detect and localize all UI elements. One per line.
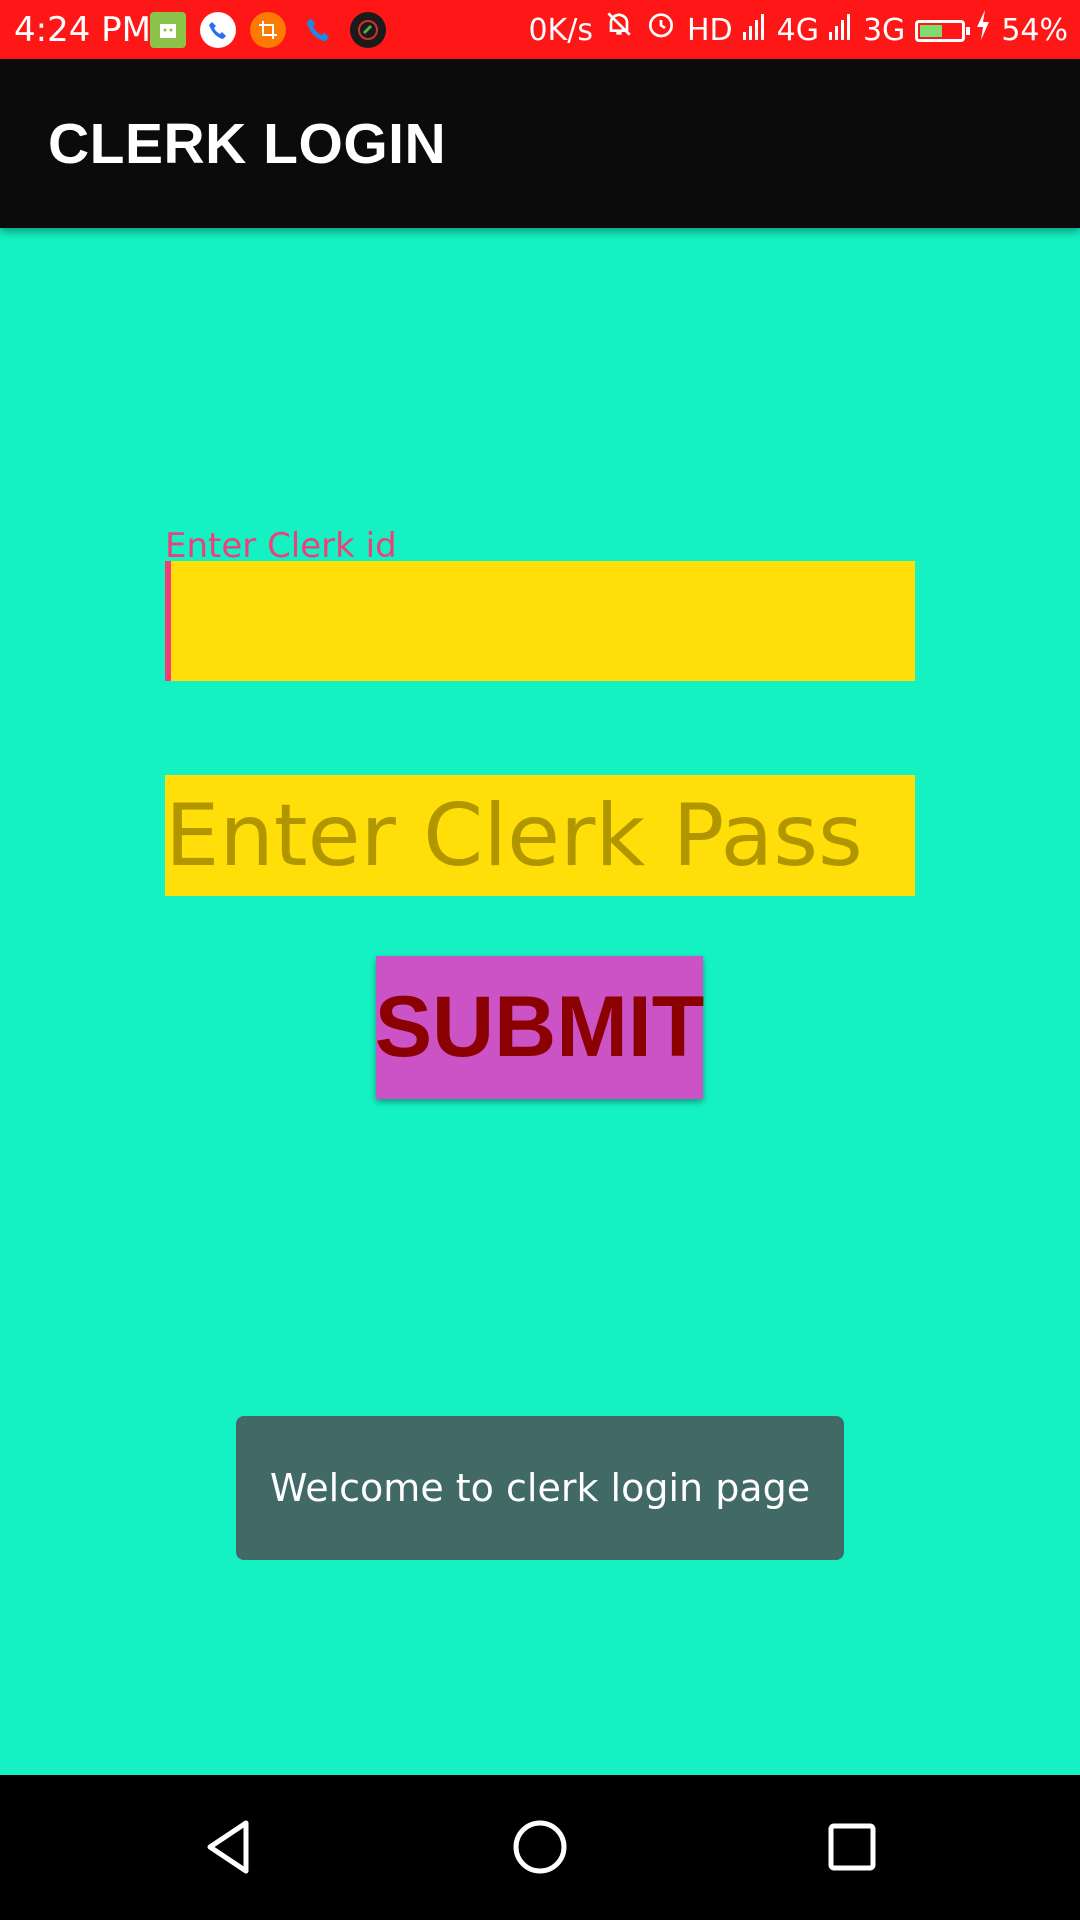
recent-apps-icon [828,1823,876,1871]
mute-bell-icon [603,8,635,53]
back-icon [207,1820,249,1874]
clerk-pass-input[interactable] [165,775,915,896]
battery-fill [920,24,943,37]
home-icon [513,1820,567,1874]
toast-message: Welcome to clerk login page [236,1416,844,1560]
signal-icon [828,9,853,53]
page-title: CLERK LOGIN [48,112,447,176]
alarm-icon [645,8,677,53]
battery-percent: 54% [1001,12,1068,48]
call-recorder-icon [350,12,386,48]
crop-icon [250,12,286,48]
back-button[interactable] [178,1797,278,1897]
app-bar: CLERK LOGIN [0,59,1080,228]
charging-icon [975,9,991,53]
home-button[interactable] [490,1797,590,1897]
network-4g: 4G [776,12,819,48]
focus-indicator [165,561,171,681]
signal-icon [742,9,767,53]
status-bar: 4:24 PM 0K/s HD 4G 3G 54% [0,0,1080,59]
toast-text: Welcome to clerk login page [269,1466,811,1510]
notification-icons [150,10,386,50]
clerk-id-field[interactable] [165,561,915,681]
network-3g: 3G [862,12,906,48]
network-type: HD [686,12,733,48]
news-icon [150,12,186,48]
clerk-id-label: Enter Clerk id [165,526,397,566]
submit-button[interactable]: SUBMIT [375,956,704,1099]
status-time: 4:24 PM [14,10,151,50]
clerk-id-input[interactable] [165,561,915,681]
battery-icon [915,19,971,42]
clerk-pass-field[interactable] [165,775,915,896]
navigation-bar [0,1775,1080,1920]
network-speed: 0K/s [528,12,593,48]
status-right: 0K/s HD 4G 3G 54% [528,8,1068,53]
phone-call-icon [200,12,236,48]
recent-apps-button[interactable] [802,1797,902,1897]
phone-icon [300,12,336,48]
